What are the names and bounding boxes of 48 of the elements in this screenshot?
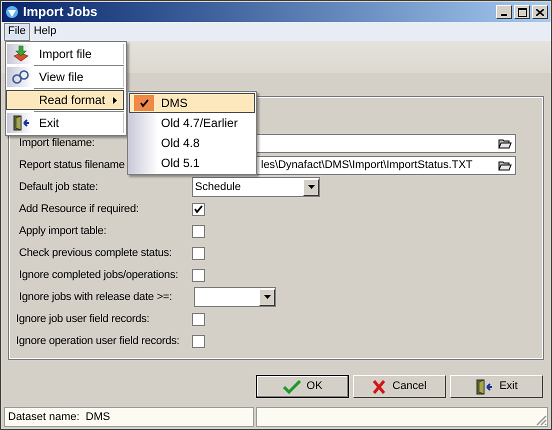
dialog-button[interactable]: Exit bbox=[450, 375, 543, 398]
window-title: Import Jobs bbox=[23, 3, 98, 22]
folder-icon bbox=[498, 159, 512, 171]
import-icon bbox=[12, 45, 30, 63]
status-text: Dataset name: DMS bbox=[4, 407, 254, 427]
menu-item[interactable]: Exit bbox=[6, 113, 124, 133]
checkbox[interactable] bbox=[192, 312, 205, 326]
checkbox[interactable] bbox=[192, 268, 205, 282]
menu-item[interactable]: Old 4.8 bbox=[129, 133, 255, 153]
maximize-button[interactable] bbox=[514, 5, 530, 19]
menu-item[interactable]: Import file bbox=[6, 44, 124, 64]
close-button[interactable] bbox=[532, 5, 548, 19]
dropdown-arrow-icon bbox=[308, 185, 314, 189]
field-label: Report status filename bbox=[19, 158, 125, 171]
field-label: Ignore operation user field records: bbox=[16, 334, 180, 347]
checkbox[interactable] bbox=[192, 246, 205, 260]
folder-icon bbox=[498, 137, 512, 149]
checkmark-icon bbox=[282, 380, 301, 394]
close-icon bbox=[536, 8, 544, 16]
exit-door-icon bbox=[12, 114, 30, 132]
dialog-button[interactable]: Cancel bbox=[353, 375, 446, 398]
field-label: Ignore completed jobs/operations: bbox=[19, 268, 178, 281]
maximize-icon bbox=[518, 8, 526, 16]
field-label: Import filename: bbox=[19, 136, 95, 149]
menu-item[interactable]: Help bbox=[30, 22, 60, 40]
menu-item[interactable]: Read format bbox=[6, 90, 124, 110]
glasses-icon bbox=[12, 69, 30, 85]
menu-item[interactable]: DMS bbox=[129, 93, 255, 113]
date-field[interactable] bbox=[194, 287, 276, 307]
checkbox[interactable] bbox=[192, 224, 205, 238]
field-label: Apply import table: bbox=[19, 224, 106, 237]
menu-item[interactable]: View file bbox=[6, 67, 124, 87]
checkbox[interactable] bbox=[192, 202, 205, 216]
field-label: Check previous complete status: bbox=[19, 246, 172, 259]
menu-item[interactable]: Old 4.7/Earlier bbox=[129, 113, 255, 133]
minimize-button[interactable] bbox=[496, 5, 512, 19]
menu-item[interactable]: File bbox=[4, 22, 30, 40]
field-label: Ignore job user field records: bbox=[16, 312, 150, 325]
field-label: Ignore jobs with release date >=: bbox=[19, 290, 172, 303]
field-label: Default job state: bbox=[19, 180, 98, 193]
app-icon bbox=[5, 5, 19, 19]
cross-icon bbox=[372, 380, 386, 394]
dropdown-field[interactable]: Schedule bbox=[192, 177, 320, 197]
field-label: Add Resource if required: bbox=[19, 202, 139, 215]
dialog-button[interactable]: OK bbox=[256, 375, 349, 398]
exit-door-icon bbox=[475, 378, 494, 396]
dropdown-arrow-icon bbox=[264, 295, 270, 299]
checkbox[interactable] bbox=[192, 334, 205, 348]
